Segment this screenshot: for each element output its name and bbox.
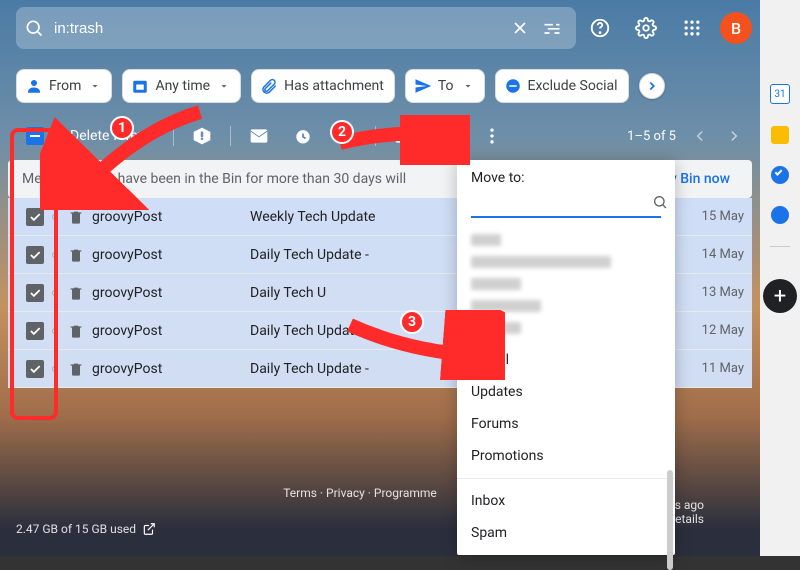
divider <box>173 126 174 146</box>
settings-icon[interactable] <box>628 10 664 46</box>
clear-search-icon[interactable] <box>510 18 530 38</box>
date: 11 May <box>702 361 744 376</box>
divider <box>375 126 376 146</box>
scrollbar[interactable] <box>667 470 673 570</box>
date: 15 May <box>702 209 744 224</box>
row-checkbox[interactable] <box>26 322 44 340</box>
filter-any-time[interactable]: Any time <box>122 69 241 103</box>
annotation-badge-3: 3 <box>400 310 424 334</box>
importance-marker[interactable] <box>51 212 59 220</box>
date: 13 May <box>702 285 744 300</box>
row-checkbox[interactable] <box>26 246 44 264</box>
row-checkbox[interactable] <box>26 208 44 226</box>
contacts-addon-icon[interactable] <box>771 206 789 224</box>
trash-icon <box>68 361 84 377</box>
account-avatar[interactable]: B <box>720 12 752 44</box>
more-icon[interactable] <box>482 126 502 146</box>
get-addons-icon[interactable]: + <box>763 279 797 313</box>
filter-from[interactable]: From <box>16 69 112 103</box>
filter-has-attachment[interactable]: Has attachment <box>251 69 395 103</box>
trash-icon <box>68 285 84 301</box>
moveto-search-input[interactable] <box>471 196 652 212</box>
trash-icon <box>68 323 84 339</box>
row-checkbox[interactable] <box>26 284 44 302</box>
chip-label: To <box>438 78 454 94</box>
sender: groovyPost <box>92 209 242 225</box>
moveto-item-updates[interactable]: Updates <box>457 376 675 408</box>
moveto-item-inbox[interactable]: Inbox <box>457 485 675 517</box>
calendar-addon-icon[interactable]: 31 <box>770 84 790 104</box>
pagination-count: 1–5 of 5 <box>627 129 676 144</box>
divider <box>230 126 231 146</box>
mark-unread-icon[interactable] <box>249 126 269 146</box>
divider <box>457 478 675 479</box>
filter-exclude-social[interactable]: Exclude Social <box>495 69 629 103</box>
search-icon <box>24 18 44 38</box>
search-input[interactable] <box>54 20 504 37</box>
next-page-icon[interactable] <box>720 122 748 150</box>
filter-chips-row: From Any time Has attachment To Exclude … <box>0 56 760 112</box>
chips-scroll-right[interactable] <box>639 73 665 99</box>
snooze-icon[interactable] <box>293 126 313 146</box>
annotation-badge-1: 1 <box>110 116 134 140</box>
apps-grid-icon[interactable] <box>674 10 710 46</box>
chip-label: From <box>49 78 81 94</box>
row-checkbox[interactable] <box>26 360 44 378</box>
search-options-icon[interactable] <box>542 18 562 38</box>
search-icon[interactable] <box>652 194 668 214</box>
prev-page-icon[interactable] <box>686 122 714 150</box>
importance-marker[interactable] <box>51 250 59 258</box>
date: 12 May <box>702 323 744 338</box>
blurred-labels <box>457 228 675 344</box>
select-all-checkbox[interactable] <box>26 127 60 145</box>
support-icon[interactable] <box>582 10 618 46</box>
move-to-icon[interactable] <box>394 126 414 146</box>
banner-text: Messages that have been in the Bin for m… <box>22 171 406 187</box>
importance-marker[interactable] <box>51 364 59 372</box>
importance-marker[interactable] <box>51 288 59 296</box>
chip-label: Exclude Social <box>528 78 618 94</box>
moveto-item-promotions[interactable]: Promotions <box>457 440 675 472</box>
moveto-item-social[interactable]: Social <box>457 344 675 376</box>
tasks-addon-icon[interactable] <box>771 166 789 184</box>
moveto-search[interactable] <box>471 192 661 218</box>
labels-icon[interactable] <box>438 126 458 146</box>
report-spam-icon[interactable] <box>192 126 212 146</box>
sender: groovyPost <box>92 285 242 301</box>
importance-marker[interactable] <box>51 326 59 334</box>
sender: groovyPost <box>92 361 242 377</box>
side-panel: 31 + <box>760 0 800 556</box>
search-box[interactable] <box>16 7 576 49</box>
sender: groovyPost <box>92 247 242 263</box>
keep-addon-icon[interactable] <box>771 126 789 144</box>
trash-icon <box>68 247 84 263</box>
filter-to[interactable]: To <box>405 69 485 103</box>
moveto-title: Move to: <box>457 160 675 188</box>
chip-label: Any time <box>155 78 210 94</box>
sender: groovyPost <box>92 323 242 339</box>
move-to-dropdown: Move to: Social Updates Forums Promotion… <box>457 160 675 555</box>
moveto-item-spam[interactable]: Spam <box>457 517 675 549</box>
moveto-item-forums[interactable]: Forums <box>457 408 675 440</box>
trash-icon <box>68 209 84 225</box>
chip-label: Has attachment <box>284 78 384 94</box>
date: 14 May <box>702 247 744 262</box>
divider <box>770 246 790 247</box>
annotation-badge-2: 2 <box>330 120 354 144</box>
